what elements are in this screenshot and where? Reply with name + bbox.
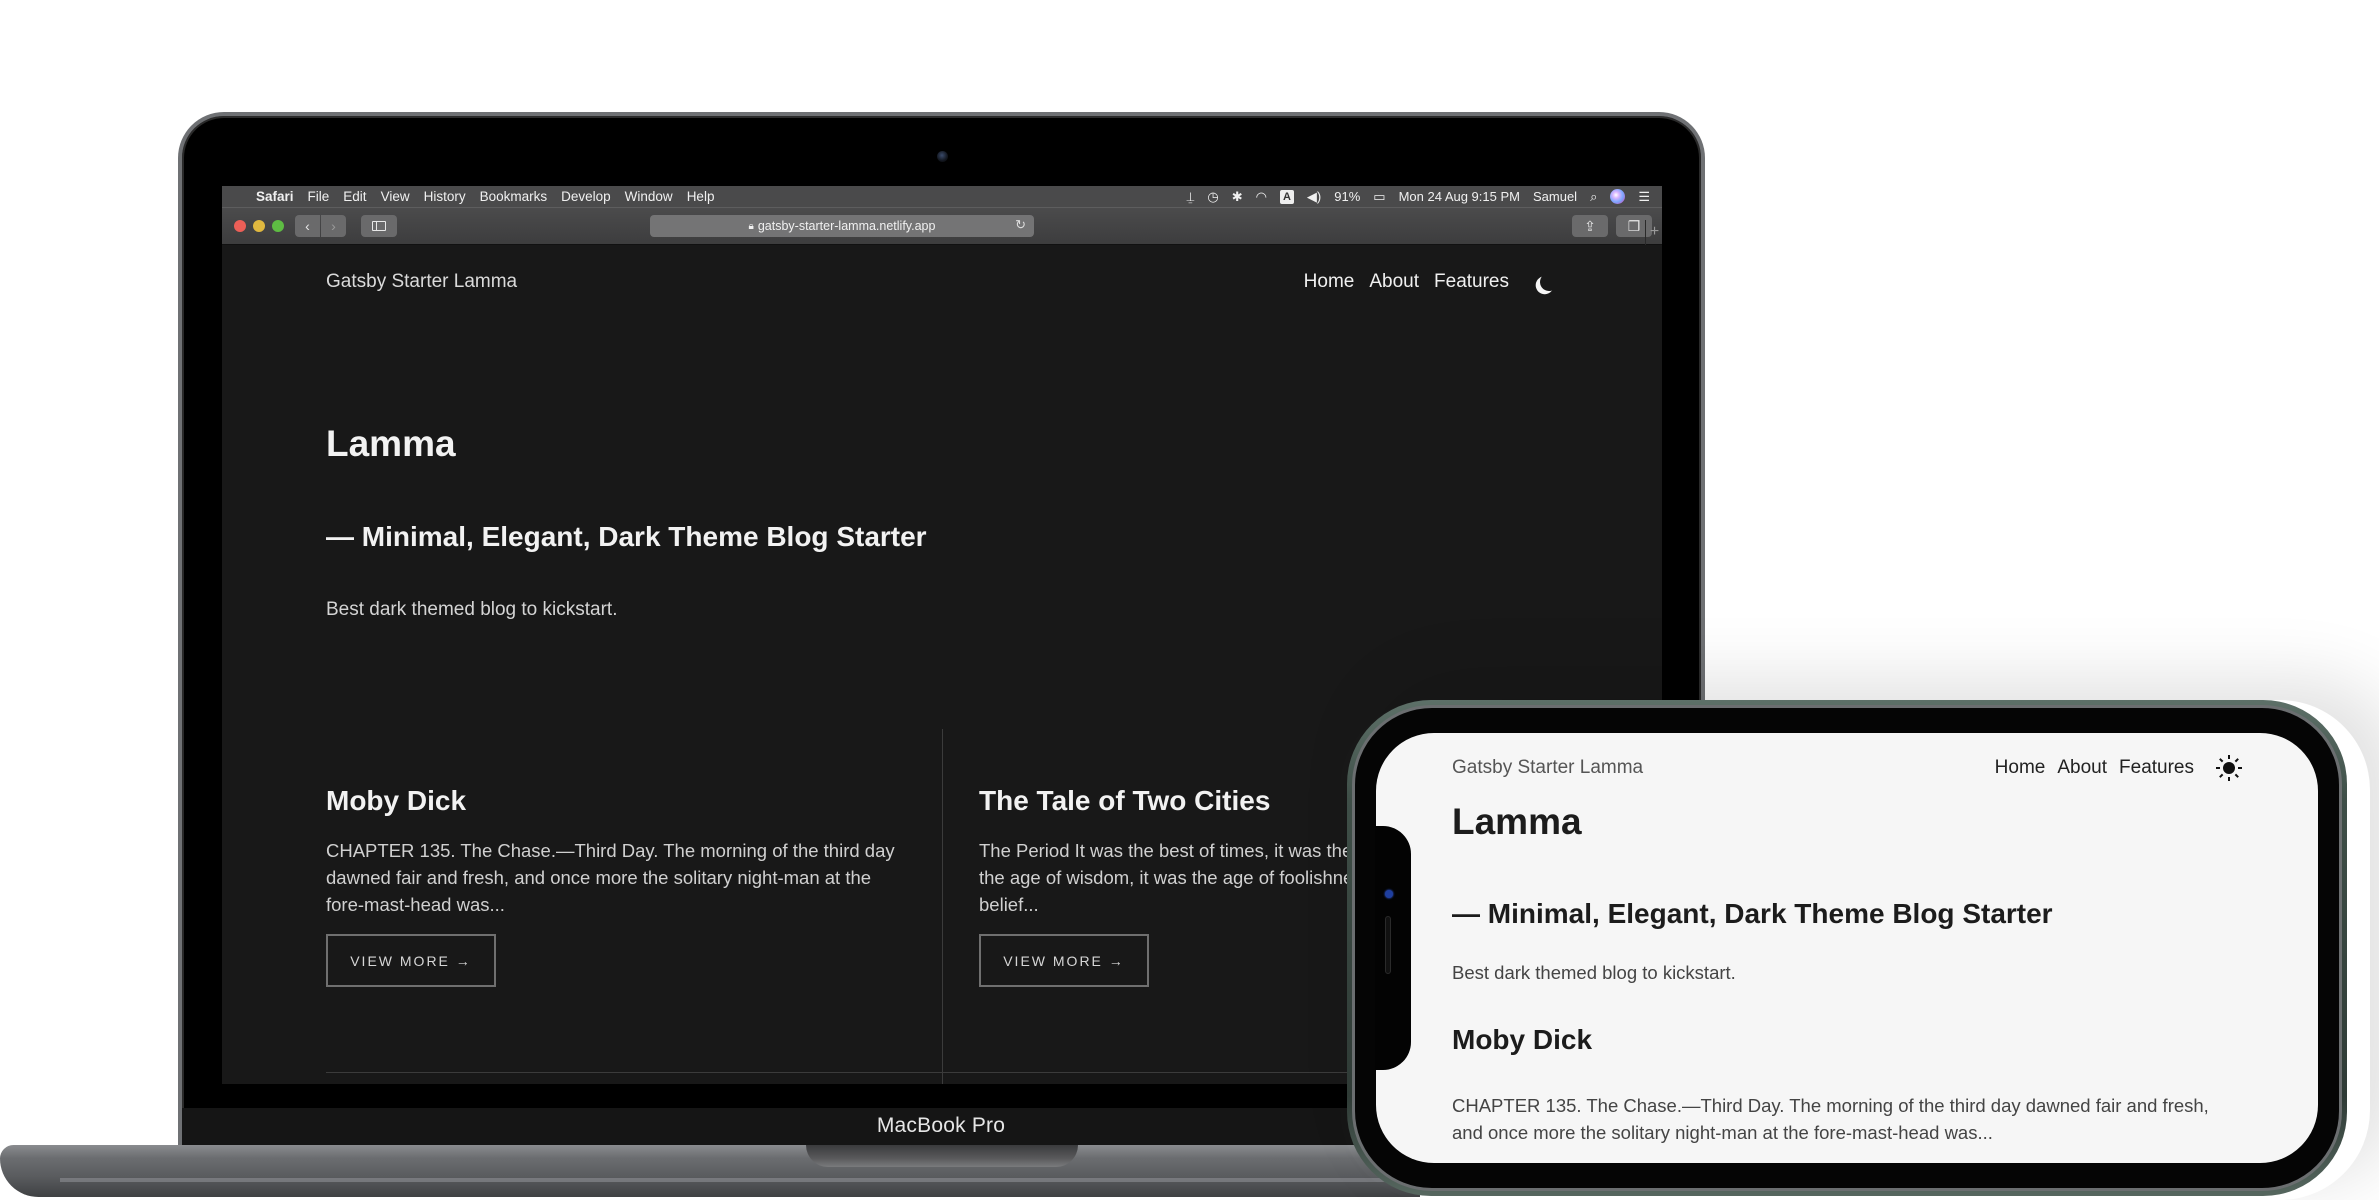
bluetooth-icon[interactable]: ✱ [1232,189,1243,205]
sun-icon[interactable] [2216,755,2242,781]
menu-history[interactable]: History [424,189,466,204]
macos-menu-bar: Safari File Edit View History Bookmarks … [222,186,1662,207]
hero-description: Best dark themed blog to kickstart. [1452,962,1736,983]
user-name[interactable]: Samuel [1533,189,1577,204]
tabs-overview-icon: ❐ [1627,217,1641,234]
iphone-notch [1375,826,1411,1070]
address-bar[interactable]: 🔒︎ gatsby-starter-lamma.netlify.app ↻ [650,215,1034,237]
battery-charging-icon[interactable]: ▭ [1373,189,1385,205]
post-card: Moby Dick CHAPTER 135. The Chase.—Third … [326,785,906,987]
post-grid-divider [942,729,943,1084]
chevron-left-icon: ‹ [305,218,310,234]
hero-description: Best dark themed blog to kickstart. [326,599,618,620]
view-more-button[interactable]: VIEW MORE → [326,934,496,987]
wifi-icon[interactable]: ◠ [1256,189,1267,205]
site-header: Gatsby Starter Lamma Home About Features [326,267,1558,297]
reload-icon[interactable]: ↻ [1015,217,1026,233]
iphone-bezel: Gatsby Starter Lamma Home About Features… [1352,705,2342,1191]
hero-subtitle: — Minimal, Elegant, Dark Theme Blog Star… [1452,898,2053,929]
url-text: gatsby-starter-lamma.netlify.app [757,219,936,233]
site-nav: Home About Features [1304,271,1558,293]
menu-develop[interactable]: Develop [561,189,611,204]
post-title[interactable]: Moby Dick [1452,1024,1592,1056]
menu-file[interactable]: File [308,189,330,204]
sidebar-toggle-button[interactable] [361,215,397,237]
nav-features[interactable]: Features [2119,757,2194,779]
new-tab-button[interactable]: + [1645,220,1662,246]
share-button[interactable]: ⇪ [1572,215,1608,237]
site-nav-mobile: Home About Features [1995,755,2242,781]
menu-bookmarks[interactable]: Bookmarks [480,189,548,204]
cleaner-broom-icon[interactable]: ⍊ [1187,189,1195,205]
window-zoom-button[interactable] [272,220,284,232]
menu-edit[interactable]: Edit [343,189,366,204]
menu-bar-status-area: ⍊ ◷ ✱ ◠ A ◀) 91% ▭ Mon 24 Aug 9:15 PM Sa… [1187,186,1650,207]
forward-button[interactable]: › [321,215,346,237]
site-brand-link[interactable]: Gatsby Starter Lamma [326,271,517,293]
macbook-opening-notch [806,1145,1078,1167]
spotlight-search-icon[interactable]: ⌕ [1590,189,1597,205]
battery-percent[interactable]: 91% [1334,189,1360,204]
webcam-icon [937,151,948,162]
input-source-indicator[interactable]: A [1279,189,1294,204]
hero-title: Lamma [326,423,456,464]
sidebar-icon [372,221,386,231]
moon-icon[interactable] [1538,271,1560,293]
siri-icon[interactable] [1610,189,1626,204]
clock[interactable]: Mon 24 Aug 9:15 PM [1399,189,1520,204]
safari-toolbar: ‹ › 🔒︎ gatsby-starter-lamma.netlify.app … [222,207,1662,246]
site-brand-link[interactable]: Gatsby Starter Lamma [1452,757,1643,779]
iphone-screen: Gatsby Starter Lamma Home About Features… [1376,733,2318,1163]
macbook-base-highlight [60,1178,1420,1182]
nav-home[interactable]: Home [1304,271,1355,293]
menu-help[interactable]: Help [687,189,715,204]
volume-icon[interactable]: ◀) [1307,189,1321,205]
view-more-button[interactable]: VIEW MORE → [979,934,1149,987]
macbook-base [0,1145,1420,1197]
menu-window[interactable]: Window [625,189,673,204]
hero-subtitle: — Minimal, Elegant, Dark Theme Blog Star… [326,521,927,552]
nav-about[interactable]: About [1369,271,1419,293]
notification-center-icon[interactable]: ☰ [1638,189,1650,205]
iphone-frame: Gatsby Starter Lamma Home About Features… [1347,700,2347,1196]
front-camera-icon [1385,890,1393,898]
time-machine-icon[interactable]: ◷ [1207,189,1218,205]
lock-icon: 🔒︎ [748,220,754,232]
menu-view[interactable]: View [381,189,410,204]
site-header-mobile: Gatsby Starter Lamma Home About Features [1452,755,2242,781]
post-excerpt: CHAPTER 135. The Chase.—Third Day. The m… [1452,1095,2209,1143]
nav-home[interactable]: Home [1995,757,2046,779]
post-title[interactable]: Moby Dick [326,785,906,817]
chevron-right-icon: › [331,218,336,234]
menu-app-safari[interactable]: Safari [256,189,294,204]
post-excerpt: CHAPTER 135. The Chase.—Third Day. The m… [326,840,895,915]
nav-features[interactable]: Features [1434,271,1509,293]
earpiece-speaker [1385,916,1391,974]
share-icon: ⇪ [1584,217,1596,234]
window-minimize-button[interactable] [253,220,265,232]
nav-about[interactable]: About [2057,757,2107,779]
hero-title: Lamma [1452,801,1582,842]
back-button[interactable]: ‹ [295,215,320,237]
window-close-button[interactable] [234,220,246,232]
